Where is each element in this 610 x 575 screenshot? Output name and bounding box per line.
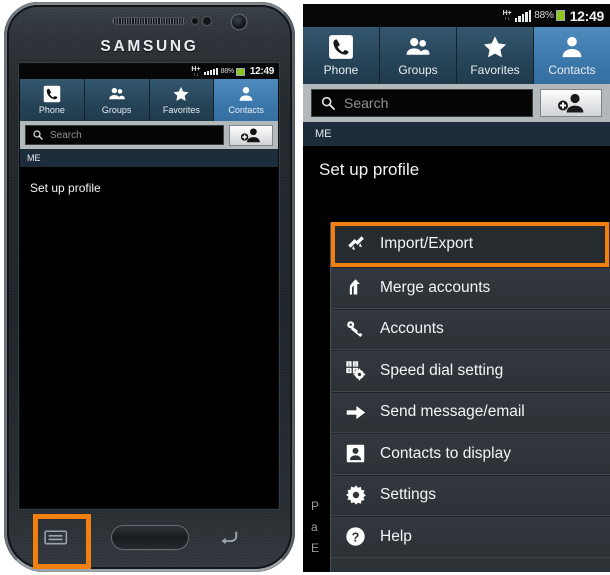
merge-arrow-icon [344,276,367,299]
gear-icon [344,484,367,507]
battery-icon [235,67,245,76]
tab-favorites[interactable]: Favorites [457,27,534,84]
tab-label: Groups [101,105,132,115]
search-input[interactable]: Search [25,125,224,145]
menu-item-label: Help [380,527,412,545]
battery-percent-label: 88% [220,68,235,75]
speed-dial-gear-icon: 1 2 3 4 [344,359,367,382]
menu-key-highlight-box [33,514,91,569]
tab-contacts[interactable]: Contacts [534,27,610,84]
search-icon [32,129,44,141]
network-type-indicator: H+ ↑↓ [191,65,201,78]
search-row: Search [20,121,278,149]
help-question-icon: ? [344,525,367,548]
screenshot-root: SAMSUNG H+ ↑↓ 88% 12:49 Phone Groups Fav… [0,0,610,575]
menu-item-import-export[interactable]: Import/Export [331,222,610,267]
groups-people-icon [405,34,431,60]
contact-person-icon [237,85,255,103]
zoomed-screen-panel: H+ ↑↓ 88% 12:49 Phone Groups Favorites C… [303,4,610,572]
menu-item-label: Import/Export [380,235,474,252]
add-contact-button[interactable] [229,124,273,146]
clock-label: 12:49 [569,7,605,24]
status-bar-zoomed: H+ ↑↓ 88% 12:49 [303,4,610,27]
proximity-sensor-icon [192,18,198,24]
tab-phone[interactable]: Phone [20,79,85,121]
search-row-zoomed: Search [303,84,610,122]
menu-item-help[interactable]: ? Help [331,516,610,558]
star-icon [172,85,190,103]
tab-label: Contacts [228,105,264,115]
tab-phone[interactable]: Phone [303,27,380,84]
menu-item-send-message-email[interactable]: Send message/email [331,391,610,433]
tab-label: Phone [323,63,359,77]
tab-label: Favorites [162,105,200,115]
groups-people-icon [108,85,126,103]
tab-label: Contacts [548,63,596,77]
status-bar: H+ ↑↓ 88% 12:49 [20,64,278,79]
section-header-me: ME [303,122,610,146]
light-sensor-icon [203,17,211,25]
list-item-set-up-profile[interactable]: Set up profile [303,146,610,180]
svg-text:?: ? [352,531,360,545]
battery-percent-label: 88% [534,10,554,21]
menu-item-label: Send message/email [380,403,525,421]
hw-back-key[interactable] [217,529,239,546]
phone-handset-icon [43,85,61,103]
search-icon [320,95,336,111]
tab-bar-zoomed: Phone Groups Favorites Contacts [303,27,610,84]
menu-item-label: Contacts to display [380,444,511,462]
phone-handset-icon [328,34,354,60]
brand-logo: SAMSUNG [100,38,199,55]
search-placeholder: Search [50,129,82,141]
front-camera-icon [232,15,246,29]
add-contact-button[interactable] [540,89,602,117]
list-item-set-up-profile[interactable]: Set up profile [20,167,278,195]
section-header-me: ME [20,149,278,167]
menu-item-merge-accounts[interactable]: Merge accounts [331,267,610,309]
menu-item-contacts-to-display[interactable]: Contacts to display [331,433,610,475]
contact-card-icon [344,442,367,465]
menu-item-label: Accounts [380,320,444,338]
menu-item-settings[interactable]: Settings [331,474,610,516]
send-arrow-icon [344,401,367,424]
signal-bars-icon [514,9,532,22]
star-icon [482,34,508,60]
contact-person-icon [559,34,585,60]
menu-item-accounts[interactable]: Accounts [331,308,610,350]
tab-label: Phone [38,105,65,115]
network-type-indicator: H+ ↑↓ [502,9,512,22]
search-placeholder: Search [344,95,389,111]
contacts-list: Set up profile [20,167,278,508]
menu-item-label: Settings [380,486,437,504]
accounts-key-icon [344,318,367,341]
tab-bar: Phone Groups Favorites Contacts [20,79,278,121]
tab-label: Groups [398,63,438,77]
import-export-icon [344,233,367,256]
tab-groups[interactable]: Groups [84,79,150,121]
search-input[interactable]: Search [311,89,533,117]
battery-icon [555,10,565,21]
tab-contacts[interactable]: Contacts [214,79,278,121]
phone-body: SAMSUNG H+ ↑↓ 88% 12:49 Phone Groups Fav… [4,2,295,572]
tab-favorites[interactable]: Favorites [149,79,215,121]
hw-home-key[interactable] [112,526,188,549]
tab-label: Favorites [470,63,520,77]
earpiece-speaker [112,17,186,25]
menu-item-label: Merge accounts [380,278,491,296]
menu-item-speed-dial-setting[interactable]: 1 2 3 4 Speed dial setting [331,350,610,392]
phone-screen: H+ ↑↓ 88% 12:49 Phone Groups Favorites C… [20,64,278,508]
clock-label: 12:49 [249,66,274,77]
phone-device-photo: SAMSUNG H+ ↑↓ 88% 12:49 Phone Groups Fav… [0,0,300,575]
section-header-label: ME [315,128,332,140]
tab-groups[interactable]: Groups [380,27,457,84]
options-popup-menu: Import/Export Merge accounts Accounts 1 … [330,222,610,572]
menu-item-label: Speed dial setting [380,361,504,379]
signal-bars-icon [203,68,218,75]
section-header-label: ME [27,153,41,163]
